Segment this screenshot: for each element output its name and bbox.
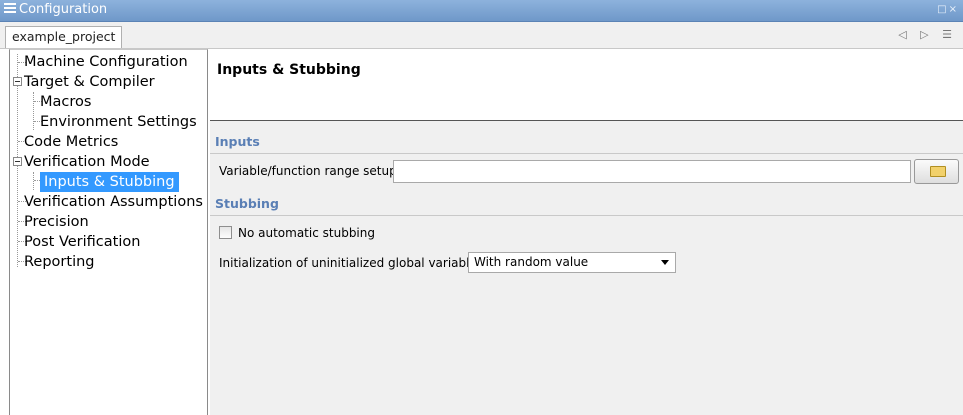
window-titlebar: Configuration □× [0, 0, 963, 22]
section-inputs: Inputs [215, 134, 260, 149]
tree-item-precision[interactable]: Precision [24, 212, 89, 232]
tab-example-project[interactable]: example_project [5, 26, 123, 48]
tree-connector [33, 172, 34, 190]
no-auto-stub-checkbox[interactable] [219, 226, 232, 239]
section-stubbing: Stubbing [215, 196, 279, 211]
no-auto-stub-label: No automatic stubbing [238, 226, 375, 240]
init-globals-value: With random value [474, 255, 589, 269]
panel-header: Inputs & Stubbing [210, 49, 963, 121]
tab-navigation-icons[interactable]: ◁ ▷ ☰ [898, 28, 957, 41]
tab-bar: example_project ◁ ▷ ☰ [0, 22, 963, 49]
tree-item-environment-settings[interactable]: Environment Settings [40, 112, 197, 132]
tree-item-machine-configuration[interactable]: Machine Configuration [24, 52, 188, 72]
range-setup-label: Variable/function range setup [219, 164, 397, 178]
browse-button[interactable] [914, 159, 959, 184]
tree-item-inputs-stubbing[interactable]: Inputs & Stubbing [40, 172, 179, 192]
init-globals-select[interactable]: With random value [468, 252, 676, 273]
document-icon [4, 3, 16, 18]
settings-panel: Inputs & Stubbing Inputs Variable/functi… [210, 49, 963, 415]
range-setup-input[interactable] [393, 160, 911, 183]
collapse-icon[interactable] [13, 77, 22, 86]
tree-item-post-verification[interactable]: Post Verification [24, 232, 140, 252]
window-controls[interactable]: □× [937, 4, 959, 15]
window-title: Configuration [19, 2, 108, 17]
tree-item-verification-mode[interactable]: Verification Mode [24, 152, 150, 172]
config-tree: Machine Configuration Target & Compiler … [9, 49, 208, 415]
tree-connector [33, 92, 34, 130]
section-divider [210, 153, 963, 154]
tree-item-code-metrics[interactable]: Code Metrics [24, 132, 118, 152]
tree-item-reporting[interactable]: Reporting [24, 252, 95, 272]
dropdown-arrow-icon [661, 260, 669, 265]
panel-title: Inputs & Stubbing [217, 62, 361, 78]
section-divider [210, 215, 963, 216]
init-globals-label: Initialization of uninitialized global v… [219, 256, 484, 270]
folder-icon [930, 166, 946, 177]
tree-item-verification-assumptions[interactable]: Verification Assumptions [24, 192, 203, 212]
tree-item-macros[interactable]: Macros [40, 92, 91, 112]
collapse-icon[interactable] [13, 157, 22, 166]
tree-item-target-compiler[interactable]: Target & Compiler [24, 72, 155, 92]
